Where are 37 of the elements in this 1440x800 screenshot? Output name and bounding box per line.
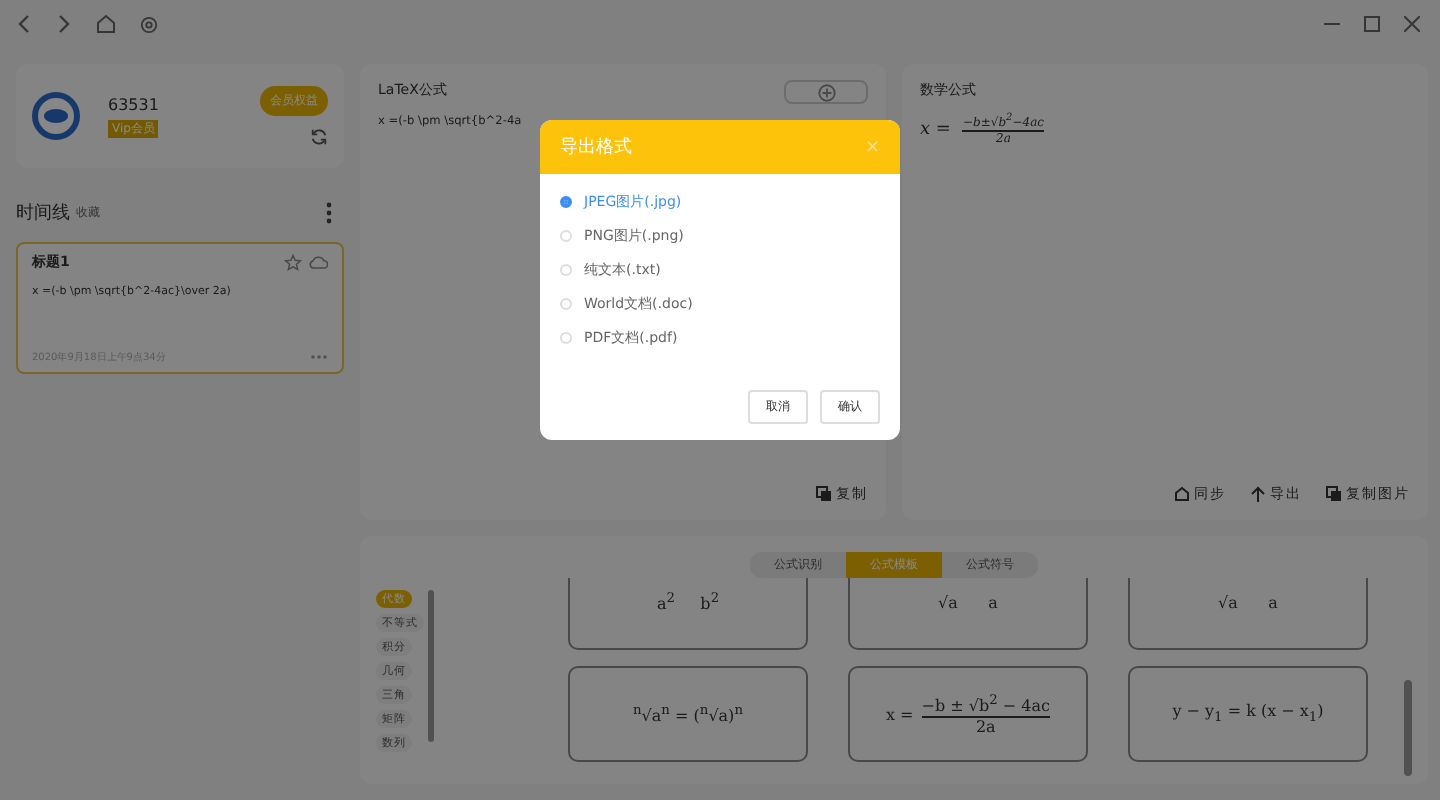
add-button[interactable] — [784, 80, 868, 104]
formula-text: √a a — [938, 593, 998, 611]
formula-lhs: x = — [886, 705, 914, 723]
formula-text: $^{n}$√a$^{n}$ = ($^{n}$√a)$^{n}$ — [633, 702, 743, 726]
scrollbar[interactable] — [428, 590, 434, 742]
formula-text: √a a — [1218, 593, 1278, 611]
radio-button[interactable] — [560, 196, 572, 208]
formula-lhs: x = — [920, 119, 951, 139]
formula-card[interactable]: x = −b ± √b$^{2}$ − 4ac 2a — [848, 666, 1088, 762]
formula-card[interactable]: √a a — [848, 578, 1088, 650]
formula-text: y − y$_{1}$ = k (x − x$_{1}$) — [1172, 702, 1324, 726]
close-icon[interactable] — [1404, 16, 1420, 32]
star-icon[interactable] — [284, 253, 302, 271]
user-id: 63531 — [108, 95, 161, 113]
back-icon[interactable] — [16, 14, 32, 34]
maximize-icon[interactable] — [1364, 16, 1380, 32]
arrow-up-icon — [1250, 486, 1266, 502]
formula-denominator: 2a — [975, 717, 996, 736]
forward-icon[interactable] — [56, 14, 72, 34]
formula-card[interactable]: $^{n}$√a$^{n}$ = ($^{n}$√a)$^{n}$ — [568, 666, 808, 762]
settings-icon[interactable] — [140, 15, 158, 33]
scrollbar[interactable] — [1404, 680, 1412, 776]
copy-icon — [1326, 486, 1342, 502]
formula-numerator: −b ± √b$^{2}$ − 4ac — [921, 692, 1050, 718]
refresh-icon[interactable] — [310, 128, 328, 146]
formula-card[interactable]: y − y$_{1}$ = k (x − x$_{1}$) — [1128, 666, 1368, 762]
more-icon[interactable] — [310, 354, 328, 360]
timeline-title[interactable]: 时间线 — [16, 200, 70, 226]
add-icon — [817, 83, 835, 101]
formula-text: a$^{2}$ b$^{2}$ — [656, 590, 720, 614]
formula-card[interactable]: √a a — [1128, 578, 1368, 650]
dialog-title: 导出格式 — [560, 135, 632, 160]
home-icon[interactable] — [96, 14, 116, 34]
copy-icon — [816, 486, 832, 502]
more-icon[interactable] — [326, 202, 332, 224]
formula-card[interactable]: a$^{2}$ b$^{2}$ — [568, 578, 808, 650]
avatar-icon — [32, 92, 80, 140]
